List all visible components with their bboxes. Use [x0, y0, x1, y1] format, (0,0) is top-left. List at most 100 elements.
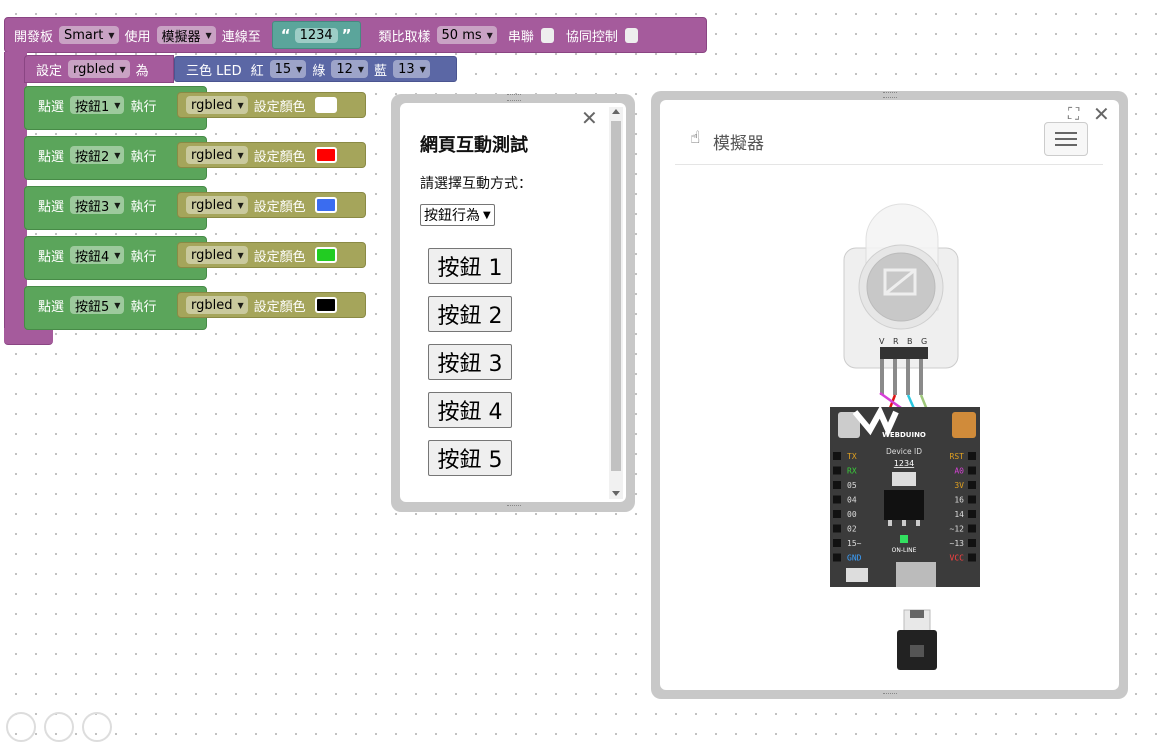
hamburger-icon — [1055, 132, 1077, 146]
resize-handle-icon[interactable] — [883, 693, 897, 698]
button-dropdown-value: 按鈕1 — [75, 99, 110, 115]
coop-checkbox[interactable] — [624, 27, 638, 43]
set-color-label: 設定顏色 — [253, 249, 306, 265]
button-dropdown[interactable]: 按鈕3 ▼ — [70, 196, 125, 215]
click-label: 點選 — [38, 150, 65, 165]
test-button-4[interactable]: 按鈕 4 — [428, 392, 512, 428]
color-var-value: rgbled — [191, 247, 233, 263]
interaction-scrollbar[interactable] — [609, 107, 623, 499]
resize-handle-icon[interactable] — [507, 505, 521, 510]
board-pin-label: ~12 — [950, 525, 965, 534]
green-pin-value: 12 — [336, 61, 353, 77]
chevron-down-icon: ▼ — [114, 150, 121, 160]
chevron-down-icon: ▼ — [237, 300, 244, 310]
blue-pin-dropdown[interactable]: 13 ▼ — [393, 60, 430, 78]
pin-header — [968, 481, 976, 489]
connect-label: 連線至 — [221, 29, 261, 45]
scroll-down-icon[interactable] — [612, 491, 620, 496]
set-color-block[interactable]: rgbled ▼ 設定顏色 — [177, 142, 366, 168]
rgb-led-block[interactable]: 三色 LED 紅 15 ▼ 綠 12 ▼ 藍 13 ▼ — [174, 56, 457, 82]
pin-header — [968, 495, 976, 504]
blue-label: 藍 — [374, 63, 388, 79]
button-dropdown[interactable]: 按鈕2 ▼ — [70, 146, 125, 165]
green-pin-dropdown[interactable]: 12 ▼ — [331, 60, 369, 78]
color-var-dropdown[interactable]: rgbled ▼ — [186, 196, 248, 214]
color-swatch[interactable] — [314, 297, 337, 313]
red-pin-dropdown[interactable]: 15 ▼ — [269, 60, 307, 78]
serial-label: 串聯 — [507, 29, 534, 45]
chevron-down-icon: ▼ — [114, 250, 121, 260]
scroll-up-icon[interactable] — [612, 109, 620, 114]
pin-header — [968, 510, 976, 518]
chevron-down-icon: ▼ — [237, 200, 244, 210]
set-color-block[interactable]: rgbled ▼ 設定顏色 — [177, 92, 366, 118]
rgb-led-module[interactable]: VRBG — [843, 203, 959, 369]
red-pin-value: 15 — [274, 61, 292, 77]
color-swatch[interactable] — [314, 97, 337, 113]
color-swatch[interactable] — [314, 247, 337, 263]
chevron-down-icon: ▼ — [483, 209, 491, 221]
chevron-down-icon: ▼ — [205, 30, 212, 40]
drag-handle-icon[interactable] — [883, 92, 897, 98]
pin-header — [833, 539, 841, 547]
drag-handle-icon[interactable] — [507, 94, 521, 101]
board-pin-label: RX — [847, 467, 857, 476]
set-block[interactable]: 設定 rgbled ▼ 為 — [24, 55, 174, 83]
color-var-value: rgbled — [191, 297, 233, 313]
mode-dropdown[interactable]: 模擬器 ▼ — [156, 26, 216, 45]
scrollbar-thumb[interactable] — [611, 121, 621, 471]
serial-checkbox[interactable] — [540, 27, 554, 43]
var-dropdown[interactable]: rgbled ▼ — [68, 60, 130, 78]
test-button-1[interactable]: 按鈕 1 — [428, 248, 512, 284]
click-label: 點選 — [38, 100, 65, 115]
use-label: 使用 — [124, 29, 151, 45]
open-quote: “ — [280, 26, 291, 44]
set-color-block[interactable]: rgbled ▼ 設定顏色 — [177, 292, 366, 318]
button-dropdown-value: 按鈕2 — [75, 149, 110, 165]
color-swatch[interactable] — [314, 197, 337, 213]
color-swatch[interactable] — [314, 147, 337, 163]
color-var-dropdown[interactable]: rgbled ▼ — [186, 96, 248, 114]
pin-header — [968, 553, 976, 562]
interaction-title: 網頁互動測試 — [420, 135, 528, 156]
webduino-board[interactable]: WEBDUINO Device ID 1234 ON-LINE TX RX 05 04… — [830, 405, 980, 587]
pin-header — [968, 452, 976, 460]
chevron-down-icon: ▼ — [357, 64, 365, 74]
test-button-2[interactable]: 按鈕 2 — [428, 296, 512, 332]
pin-header — [968, 539, 976, 547]
click-label: 點選 — [38, 250, 65, 265]
set-color-block[interactable]: rgbled ▼ 設定顏色 — [177, 242, 366, 268]
coop-label: 協同控制 — [565, 29, 618, 45]
set-color-block[interactable]: rgbled ▼ 設定顏色 — [177, 192, 366, 218]
device-id-text-block[interactable]: “ 1234 ” — [271, 21, 361, 49]
as-label: 為 — [135, 63, 149, 79]
click-label: 點選 — [38, 300, 65, 315]
interaction-mode-select[interactable]: 按鈕行為 ▼ — [420, 204, 495, 226]
close-quote: ” — [341, 26, 352, 44]
button-dropdown[interactable]: 按鈕1 ▼ — [70, 96, 125, 115]
board-block[interactable]: 開發板 Smart ▼ 使用 模擬器 ▼ 連線至 “ 1234 ” 類比取樣 50 … — [4, 17, 707, 53]
pin-header — [968, 524, 976, 533]
color-var-value: rgbled — [191, 197, 233, 213]
test-button-3[interactable]: 按鈕 3 — [428, 344, 512, 380]
test-button-5[interactable]: 按鈕 5 — [428, 440, 512, 476]
board-dropdown[interactable]: Smart ▼ — [59, 26, 119, 44]
color-var-dropdown[interactable]: rgbled ▼ — [186, 246, 248, 264]
device-id-field[interactable]: 1234 — [294, 27, 338, 43]
button-dropdown-value: 按鈕5 — [75, 299, 110, 315]
button-dropdown[interactable]: 按鈕5 ▼ — [70, 296, 125, 315]
red-label: 紅 — [250, 63, 264, 79]
pointer-hand-icon: ☝ — [690, 128, 701, 148]
menu-button[interactable] — [1044, 122, 1088, 156]
pin-header — [833, 510, 841, 518]
button-dropdown[interactable]: 按鈕4 ▼ — [70, 246, 125, 265]
interaction-close-icon[interactable]: ✕ — [581, 106, 598, 130]
board-pin-label: TX — [847, 452, 857, 461]
color-var-dropdown[interactable]: rgbled ▼ — [186, 146, 248, 164]
sampling-dropdown[interactable]: 50 ms ▼ — [436, 26, 497, 44]
pin-header — [833, 495, 841, 504]
color-var-dropdown[interactable]: rgbled ▼ — [186, 296, 248, 314]
simulator-canvas: VRBG WEBDUINO Device ID 1234 ON-LINE TX R… — [830, 203, 980, 670]
set-color-label: 設定顏色 — [253, 99, 306, 115]
green-label: 綠 — [312, 63, 326, 79]
